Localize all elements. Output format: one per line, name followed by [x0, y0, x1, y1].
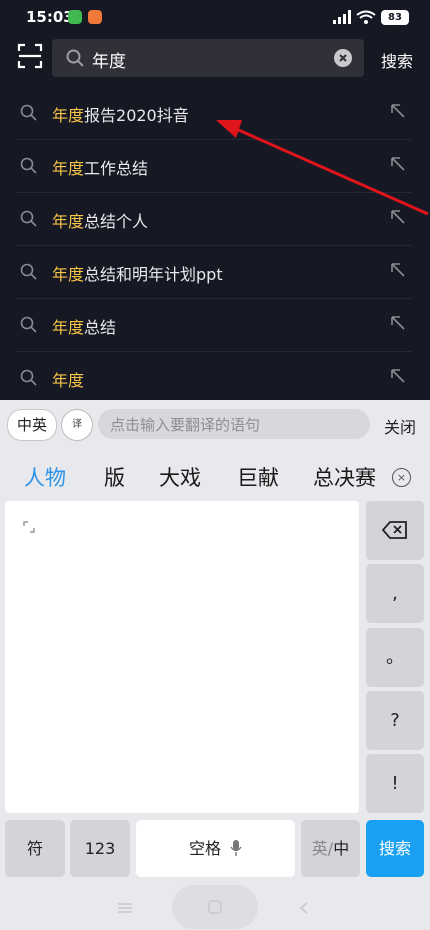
space-label: 空格 — [188, 839, 221, 858]
suggestion-rest: 工作总结 — [84, 159, 149, 178]
suggestion-rest: 总结和明年计划ppt — [84, 265, 223, 284]
search-icon — [66, 49, 84, 67]
expand-icon[interactable] — [23, 521, 35, 533]
clear-icon[interactable] — [334, 49, 352, 67]
space-key[interactable]: 空格 — [136, 820, 295, 877]
symbols-key[interactable]: 符 — [5, 820, 65, 877]
translate-input[interactable]: 点击输入要翻译的语句 — [98, 409, 370, 439]
close-candidates-icon[interactable]: × — [392, 468, 411, 487]
search-header: 年度 搜索 — [0, 34, 430, 84]
fill-arrow-icon[interactable] — [390, 262, 406, 278]
lang-zh-label: 中 — [333, 839, 350, 858]
translate-icon[interactable]: 译 — [61, 409, 93, 441]
search-button[interactable]: 搜索 — [381, 48, 413, 72]
search-icon — [20, 104, 37, 121]
suggestion-highlight: 年度 — [52, 106, 85, 125]
status-bar: 15:03 83 — [0, 0, 430, 34]
suggestion-item[interactable]: 年度总结 — [0, 299, 430, 352]
candidate-word[interactable]: 总决赛 — [313, 462, 377, 492]
search-icon — [20, 157, 37, 174]
navigation-bar — [0, 880, 430, 930]
exclamation-key[interactable]: ! — [366, 754, 424, 813]
suggestion-item[interactable]: 年度 — [0, 352, 430, 405]
candidate-word[interactable]: 巨献 — [237, 462, 279, 492]
home-icon — [208, 900, 222, 914]
question-key[interactable]: ? — [366, 691, 424, 750]
suggestion-text: 年度总结 — [52, 314, 116, 338]
translate-placeholder: 点击输入要翻译的语句 — [110, 416, 261, 434]
suggestion-highlight: 年度 — [52, 212, 85, 231]
suggestion-text: 年度 — [52, 367, 84, 391]
search-icon — [20, 369, 37, 386]
comma-key[interactable]: , — [366, 564, 424, 623]
menu-icon[interactable] — [118, 903, 132, 913]
suggestion-rest: 总结个人 — [84, 212, 149, 231]
suggestion-text: 年度工作总结 — [52, 155, 148, 179]
suggestion-text: 年度报告2020抖音 — [52, 102, 189, 126]
search-input[interactable]: 年度 — [52, 39, 364, 77]
suggestion-text: 年度总结个人 — [52, 208, 148, 232]
app-notification-icon — [88, 10, 102, 24]
candidate-word[interactable]: 大戏 — [159, 462, 201, 492]
suggestion-highlight: 年度 — [52, 371, 85, 390]
scan-icon[interactable] — [17, 43, 43, 69]
search-icon — [20, 210, 37, 227]
search-icon — [20, 316, 37, 333]
numbers-key[interactable]: 123 — [70, 820, 130, 877]
search-query: 年度 — [92, 52, 126, 72]
fill-arrow-icon[interactable] — [390, 315, 406, 331]
backspace-key[interactable] — [366, 501, 424, 560]
lang-toggle-button[interactable]: 中英 — [7, 409, 57, 441]
keyboard: 中英 译 点击输入要翻译的语句 关闭 人物 版 大戏 巨献 总决赛 × , 。 … — [0, 400, 430, 930]
back-icon[interactable] — [300, 902, 308, 914]
lang-en-label: 英 — [311, 839, 328, 858]
suggestion-item[interactable]: 年度总结和明年计划ppt — [0, 246, 430, 299]
candidate-word[interactable]: 版 — [104, 462, 125, 492]
fill-arrow-icon[interactable] — [390, 368, 406, 384]
suggestion-rest: 报告2020抖音 — [84, 106, 189, 125]
suggestion-highlight: 年度 — [52, 265, 85, 284]
annotation-arrow — [216, 120, 429, 216]
search-icon — [20, 263, 37, 280]
search-key[interactable]: 搜索 — [366, 820, 424, 877]
handwriting-pad[interactable] — [5, 501, 359, 813]
app-notification-icon — [68, 10, 82, 24]
home-button[interactable] — [172, 885, 258, 929]
battery-icon: 83 — [381, 10, 409, 25]
lang-switch-key[interactable]: 英/中 — [301, 820, 360, 877]
wifi-icon — [356, 10, 376, 24]
suggestion-highlight: 年度 — [52, 159, 85, 178]
signal-icon — [333, 10, 351, 24]
period-key[interactable]: 。 — [366, 628, 424, 687]
suggestion-highlight: 年度 — [52, 318, 85, 337]
microphone-icon — [230, 840, 242, 856]
suggestion-text: 年度总结和明年计划ppt — [52, 261, 223, 285]
close-translate-button[interactable]: 关闭 — [384, 414, 416, 438]
backspace-icon — [381, 521, 407, 539]
candidate-word[interactable]: 人物 — [24, 462, 66, 492]
suggestion-rest: 总结 — [84, 318, 117, 337]
status-time: 15:03 — [26, 8, 74, 26]
